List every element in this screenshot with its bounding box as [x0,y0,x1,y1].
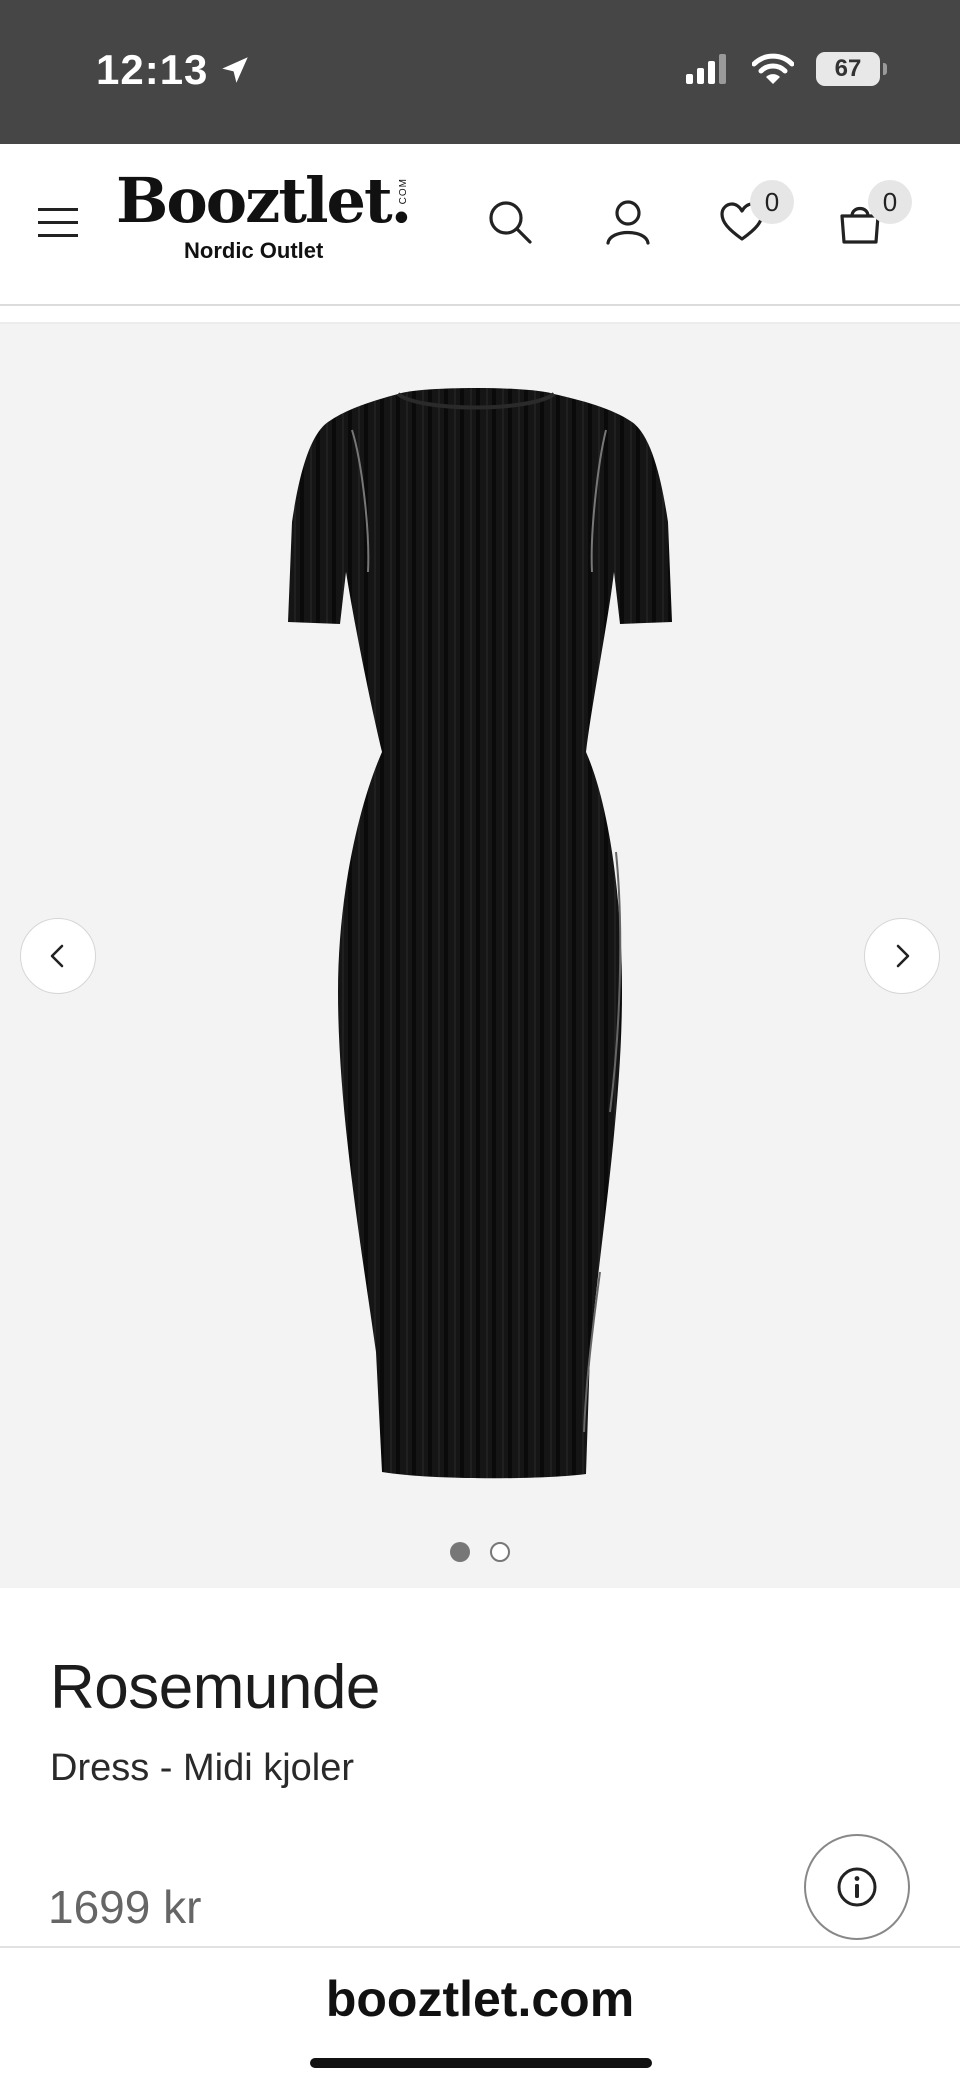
browser-url-bar[interactable]: booztlet.com [0,1946,960,2081]
info-button[interactable] [804,1834,910,1940]
product-info: Rosemunde Dress - Midi kjoler [50,1652,910,1790]
logo-subtitle: Nordic Outlet [184,238,324,263]
account-button[interactable] [596,190,660,254]
chevron-left-icon [50,944,64,968]
battery-level: 67 [834,55,862,82]
cart-button[interactable]: 0 [828,180,912,254]
url-text[interactable]: booztlet.com [0,1970,960,2028]
status-time: 12:13 [96,46,209,93]
logo-com: COM [398,178,409,205]
product-price: 1699 kr [48,1881,202,1933]
chevron-right-icon [896,944,910,968]
gallery-dot-2[interactable] [490,1542,510,1562]
user-icon [606,200,650,245]
status-indicators: 67 [686,52,887,86]
menu-icon[interactable] [38,206,82,240]
gallery-pagination [450,1542,510,1562]
header-divider [0,306,960,324]
logo[interactable]: Booztlet. COM Nordic Outlet [116,170,416,270]
search-button[interactable] [478,190,542,254]
wishlist-button[interactable]: 0 [710,180,794,254]
battery-indicator: 67 [816,52,887,86]
gallery-next-button[interactable] [864,918,940,994]
location-arrow-icon [222,57,249,83]
status-time-group: 12:13 [96,46,252,94]
status-bar: 12:13 67 [0,0,960,144]
cart-count-badge: 0 [868,180,912,224]
product-image-dress [288,388,672,1479]
home-indicator [310,2058,652,2068]
wishlist-count-badge: 0 [750,180,794,224]
info-icon [837,1867,877,1907]
logo-text: Booztlet. [116,164,412,237]
search-icon [489,201,532,244]
product-brand[interactable]: Rosemunde [50,1652,910,1723]
wifi-icon [752,53,794,84]
product-subtitle: Dress - Midi kjoler [50,1747,355,1789]
app-header: Booztlet. COM Nordic Outlet 0 0 [0,144,960,306]
product-image-gallery[interactable] [0,324,960,1588]
gallery-prev-button[interactable] [20,918,96,994]
signal-icon [686,54,726,84]
gallery-dot-1[interactable] [450,1542,470,1562]
